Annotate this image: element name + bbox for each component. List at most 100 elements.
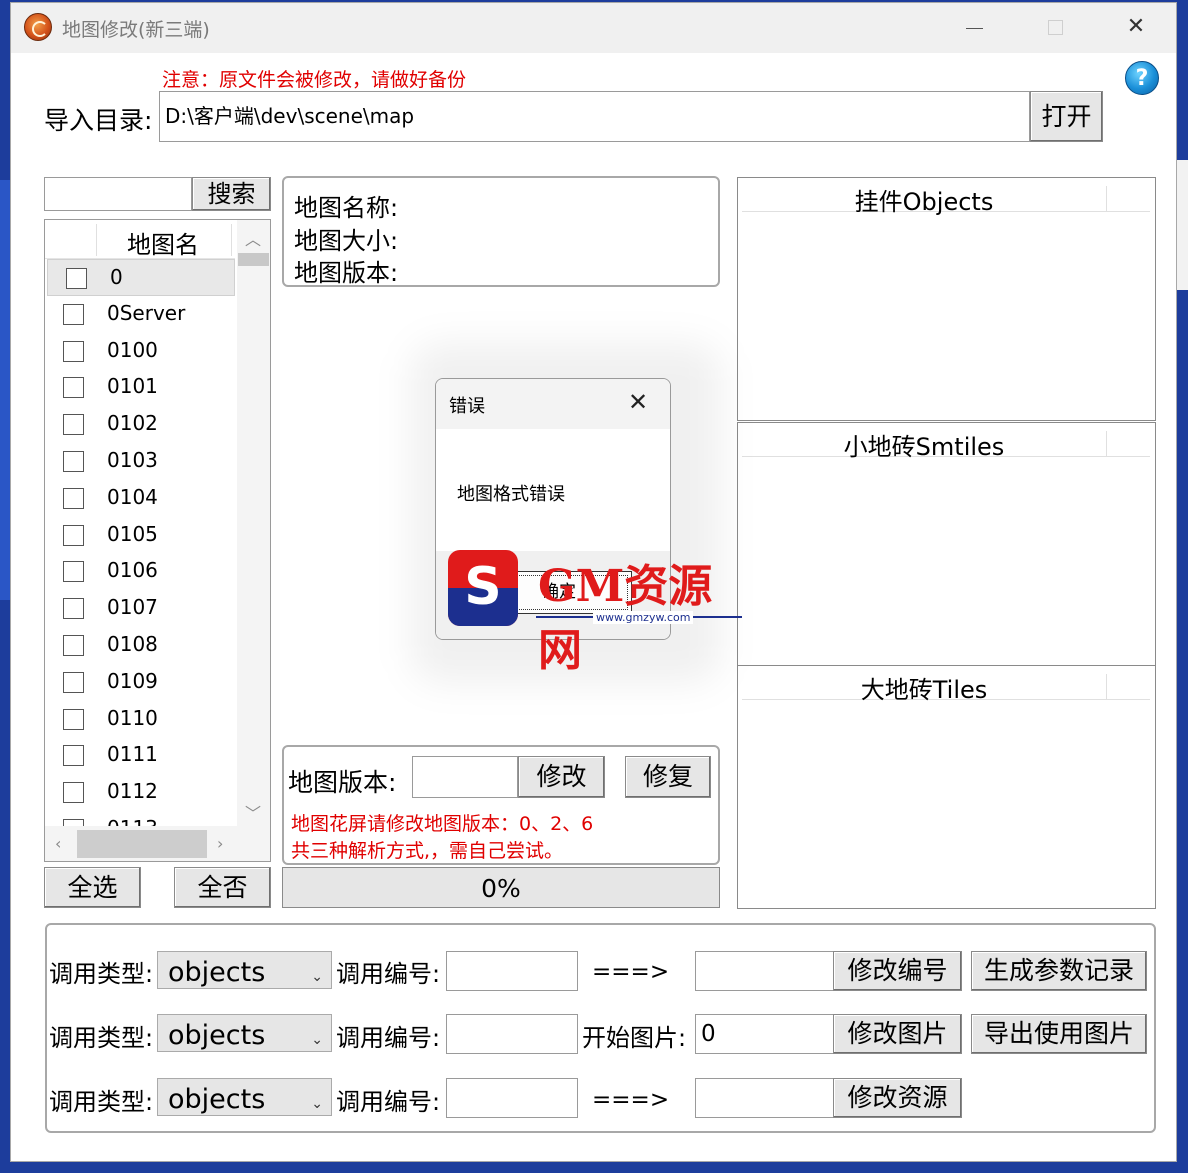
map-checkbox[interactable] [66, 268, 87, 289]
map-list-item[interactable]: 0Server [45, 296, 237, 333]
row1-type-value: objects [168, 957, 266, 988]
progress-bar: 0% [282, 867, 720, 908]
minimize-button[interactable] [952, 3, 998, 53]
version-hint-line1: 地图花屏请修改地图版本：0、2、6 [291, 813, 594, 835]
map-checkbox[interactable] [63, 487, 84, 509]
smtiles-header: 小地砖Smtiles [843, 433, 1005, 461]
row1-num-label: 调用编号: [336, 960, 441, 988]
version-hint-line2: 共三种解析方式,，需自己尝试。 [291, 840, 564, 862]
map-list-item[interactable]: 0105 [45, 517, 237, 554]
select-all-button[interactable]: 全选 [44, 867, 141, 908]
chevron-left-icon[interactable]: ‹ [55, 834, 61, 853]
map-checkbox[interactable] [63, 745, 84, 767]
map-checkbox[interactable] [63, 634, 84, 656]
map-item-label: 0110 [107, 705, 158, 730]
row2-num-input[interactable] [446, 1014, 578, 1054]
help-icon[interactable]: ? [1125, 61, 1159, 95]
row1-type-label: 调用类型: [49, 960, 154, 988]
version-input[interactable] [412, 756, 518, 798]
map-checkbox[interactable] [63, 561, 84, 583]
open-button[interactable]: 打开 [1030, 91, 1103, 142]
map-list-item[interactable]: 0107 [45, 590, 237, 627]
close-button[interactable]: ✕ [1113, 3, 1159, 53]
search-button[interactable]: 搜索 [192, 177, 271, 211]
modify-resource-button[interactable]: 修改资源 [833, 1078, 962, 1118]
map-list-item[interactable]: 0 [47, 259, 235, 296]
map-list-header: 地图名 [45, 220, 235, 259]
map-checkbox[interactable] [63, 340, 84, 362]
map-name-column-header[interactable]: 地图名 [127, 225, 199, 260]
smtiles-panel: 小地砖Smtiles [737, 422, 1156, 666]
row3-type-label: 调用类型: [49, 1088, 154, 1116]
map-item-label: 0Server [107, 300, 186, 325]
import-path-input[interactable]: D:\客户端\dev\scene\map [159, 91, 1030, 142]
repair-button[interactable]: 修复 [625, 756, 711, 798]
map-list-item[interactable]: 0106 [45, 553, 237, 590]
row3-num-input[interactable] [446, 1078, 578, 1118]
map-item-label: 0102 [107, 411, 158, 436]
map-list-item[interactable]: 0109 [45, 664, 237, 701]
app-logo-icon [24, 13, 52, 41]
map-checkbox[interactable] [63, 782, 84, 804]
map-item-label: 0111 [107, 742, 158, 767]
map-item-label: 0109 [107, 668, 158, 693]
map-item-label: 0 [110, 265, 123, 289]
map-list-item[interactable]: 0100 [45, 333, 237, 370]
map-list-item[interactable]: 0104 [45, 480, 237, 517]
progress-text: 0% [481, 874, 521, 903]
export-images-button[interactable]: 导出使用图片 [971, 1014, 1147, 1054]
row1-type-select[interactable]: objects ⌄ [157, 951, 332, 989]
dialog-title-bar: 错误 ✕ [436, 379, 670, 429]
start-image-input[interactable]: 0 [695, 1014, 835, 1054]
select-none-button[interactable]: 全否 [174, 867, 271, 908]
row3-target-input[interactable] [695, 1078, 835, 1118]
version-edit-panel: 地图版本: 修改 修复 地图花屏请修改地图版本：0、2、6 共三种解析方式,，需… [282, 745, 720, 865]
map-checkbox[interactable] [63, 524, 84, 546]
dialog-close-icon[interactable]: ✕ [628, 388, 648, 416]
row3-arrow: ===> [592, 1087, 670, 1113]
map-list-item[interactable]: 0112 [45, 774, 237, 811]
objects-panel: 挂件Objects [737, 177, 1156, 421]
map-checkbox[interactable] [63, 598, 84, 620]
modify-number-button[interactable]: 修改编号 [833, 951, 962, 991]
maximize-button[interactable] [1032, 3, 1078, 53]
row1-num-input[interactable] [446, 951, 578, 991]
watermark-logo: S [448, 550, 518, 626]
map-list-vertical-scrollbar[interactable]: ︿ ﹀ [237, 220, 270, 826]
row3-type-value: objects [168, 1084, 266, 1115]
map-checkbox[interactable] [63, 671, 84, 693]
map-list: 地图名 0 0Server 0100 0101 0102 0103 0104 0105 0106… [44, 219, 271, 862]
row3-type-select[interactable]: objects ⌄ [157, 1078, 332, 1116]
objects-header: 挂件Objects [854, 188, 994, 216]
map-checkbox[interactable] [63, 708, 84, 730]
search-input[interactable] [44, 177, 192, 211]
map-item-label: 0101 [107, 374, 158, 399]
bottom-edit-panel: 调用类型: objects ⌄ 调用编号: ===> 修改编号 生成参数记录 调用… [45, 923, 1156, 1133]
row2-type-select[interactable]: objects ⌄ [157, 1014, 332, 1052]
chevron-down-icon[interactable]: ﹀ [245, 800, 261, 824]
map-list-item[interactable]: 0111 [45, 737, 237, 774]
map-checkbox[interactable] [63, 303, 84, 325]
map-list-item[interactable]: 0101 [45, 369, 237, 406]
map-list-item[interactable]: 0108 [45, 627, 237, 664]
row1-target-input[interactable] [695, 951, 835, 991]
main-window: 地图修改(新三端) ✕ 注意：原文件会被修改，请做好备份 ? 导入目录: D:\… [10, 2, 1177, 1162]
chevron-up-icon[interactable]: ︿ [245, 226, 261, 250]
horizontal-scroll-thumb[interactable] [77, 830, 207, 858]
modify-version-button[interactable]: 修改 [518, 756, 605, 798]
map-checkbox[interactable] [63, 414, 84, 436]
map-checkbox[interactable] [63, 377, 84, 399]
map-list-item[interactable]: 0102 [45, 406, 237, 443]
map-name-label: 地图名称: [294, 194, 399, 222]
chevron-right-icon[interactable]: › [217, 834, 223, 853]
map-list-item[interactable]: 0110 [45, 701, 237, 738]
map-list-horizontal-scrollbar[interactable]: ‹ › [45, 826, 270, 861]
map-checkbox[interactable] [63, 450, 84, 472]
map-list-rows: 0 0Server 0100 0101 0102 0103 0104 0105 0106 0107… [45, 259, 237, 848]
title-bar: 地图修改(新三端) ✕ [11, 3, 1176, 53]
generate-params-button[interactable]: 生成参数记录 [971, 951, 1147, 991]
modify-image-button[interactable]: 修改图片 [833, 1014, 962, 1054]
map-list-item[interactable]: 0103 [45, 443, 237, 480]
watermark: S GM资源网 www.gmzyw.com [448, 550, 748, 676]
vertical-scroll-thumb[interactable] [238, 253, 269, 266]
